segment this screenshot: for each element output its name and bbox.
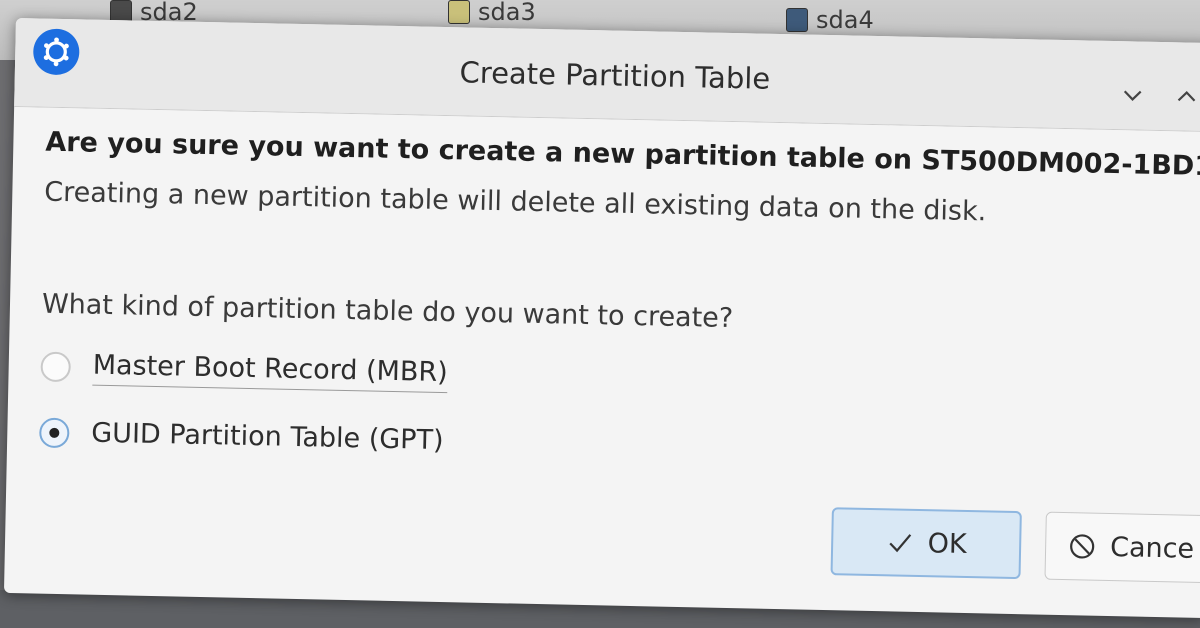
ok-button[interactable]: OK: [830, 507, 1022, 580]
confirmation-heading: Are you sure you want to create a new pa…: [45, 126, 1200, 183]
create-partition-table-dialog: Create Partition Table Are you sure you …: [3, 18, 1200, 619]
table-type-question: What kind of partition table do you want…: [41, 288, 734, 335]
cancel-circle-icon: [1070, 534, 1095, 559]
gpt-label[interactable]: GUID Partition Table (GPT): [91, 418, 444, 456]
mbr-label[interactable]: Master Boot Record (MBR): [92, 349, 448, 394]
dialog-title: Create Partition Table: [459, 55, 771, 96]
sda4-swatch: [786, 8, 808, 32]
legend-sda4-label: sda4: [816, 6, 874, 34]
ok-button-label: OK: [927, 527, 968, 560]
checkmark-icon: [888, 534, 911, 553]
option-gpt[interactable]: GUID Partition Table (GPT): [39, 417, 444, 456]
legend-sda4: sda4: [786, 6, 874, 34]
cancel-button[interactable]: Cance: [1044, 511, 1200, 584]
mbr-radio[interactable]: [40, 351, 72, 383]
warning-text: Creating a new partition table will dele…: [44, 176, 987, 228]
cancel-button-label: Cance: [1109, 531, 1195, 565]
legend-sda3: sda3: [448, 0, 536, 26]
minimize-chevron-down-icon[interactable]: [1118, 81, 1149, 112]
legend-sda3-label: sda3: [478, 0, 536, 26]
option-mbr[interactable]: Master Boot Record (MBR): [40, 349, 448, 394]
sda3-swatch: [448, 0, 470, 24]
gpt-radio[interactable]: [39, 417, 70, 448]
maximize-chevron-up-icon[interactable]: [1172, 82, 1200, 113]
